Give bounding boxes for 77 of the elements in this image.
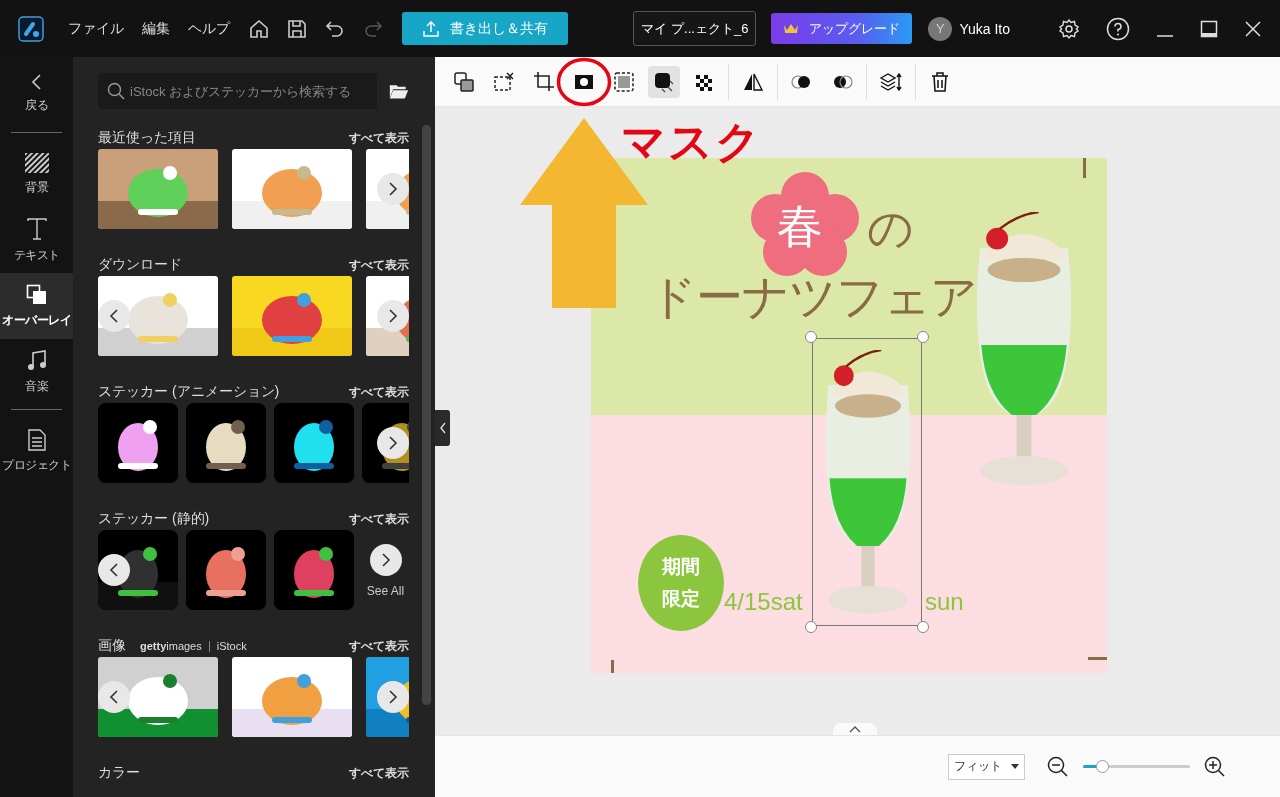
document-icon xyxy=(27,428,46,451)
section-title: ステッカー (アニメーション) xyxy=(98,383,280,401)
maximize-icon[interactable] xyxy=(1200,19,1218,38)
project-name-button[interactable]: マイ プ...ェクト_6 xyxy=(633,11,757,46)
search-field[interactable]: iStock およびステッカーから検索する xyxy=(98,73,377,109)
design-title-char: 春 xyxy=(777,199,823,254)
music-note-icon xyxy=(26,349,47,372)
chevron-right-icon xyxy=(388,181,398,197)
see-all-link[interactable]: すべて表示 xyxy=(349,256,409,274)
search-icon xyxy=(107,82,125,100)
provider-logo: gettyimages xyxy=(140,640,202,652)
chevron-left-icon xyxy=(109,562,119,578)
caret-icon xyxy=(1011,764,1019,769)
back-button[interactable]: 戻る xyxy=(0,73,73,128)
see-all-link[interactable]: すべて表示 xyxy=(349,510,409,528)
chevron-right-icon xyxy=(388,689,398,705)
menu-item[interactable]: ファイル xyxy=(68,19,124,38)
zoom-fit-dropdown[interactable]: フィット xyxy=(948,753,1025,780)
help-icon[interactable] xyxy=(1106,16,1130,41)
chevron-left-icon xyxy=(109,689,119,705)
save-icon[interactable] xyxy=(286,17,308,40)
chevron-right-icon xyxy=(388,435,398,451)
chevron-left-icon xyxy=(438,422,447,434)
slider-thumb[interactable] xyxy=(1096,760,1110,773)
overlay-icon xyxy=(25,283,48,306)
toolbar-button[interactable] xyxy=(648,65,680,98)
next-button[interactable] xyxy=(369,544,402,576)
chevron-left-icon xyxy=(29,73,44,91)
crop-icon xyxy=(532,70,556,93)
close-icon[interactable] xyxy=(1244,19,1262,38)
border-icon xyxy=(612,70,636,93)
nav-item[interactable]: テキスト xyxy=(0,207,73,273)
zoom-in-icon[interactable] xyxy=(1204,755,1226,778)
see-all-link[interactable]: すべて表示 xyxy=(349,764,409,782)
chevron-up-icon xyxy=(849,725,861,733)
design-title-particle: の xyxy=(867,201,914,256)
see-all-link[interactable]: すべて表示 xyxy=(349,637,409,655)
section-title: カラー xyxy=(98,764,140,782)
provider-logo: iStock xyxy=(216,640,247,652)
upload-icon xyxy=(422,19,440,38)
nav-item[interactable]: プロジェクト xyxy=(0,418,73,484)
nav-item[interactable]: オーバーレイ xyxy=(0,273,73,339)
badge-text: 期間 xyxy=(662,555,700,579)
nav-item[interactable]: 音楽 xyxy=(0,339,73,405)
hatch-icon xyxy=(24,152,49,173)
upgrade-button[interactable]: アップグレード xyxy=(771,13,913,44)
badge-text: 限定 xyxy=(662,587,700,611)
settings-icon[interactable] xyxy=(1058,17,1080,40)
chevron-right-icon xyxy=(388,308,398,324)
section-title: ステッカー (静的) xyxy=(98,510,210,528)
see-all-link[interactable]: すべて表示 xyxy=(349,129,409,147)
layers-icon xyxy=(879,70,903,93)
section-title: ダウンロード xyxy=(98,256,182,274)
scrollbar[interactable] xyxy=(422,125,431,705)
see-all-label[interactable]: See All xyxy=(366,584,405,598)
design-title: ドーナツフェア xyxy=(649,269,977,325)
date-text: 4/15sat xyxy=(724,588,803,616)
zoom-out-icon[interactable] xyxy=(1047,755,1069,778)
see-all-link[interactable]: すべて表示 xyxy=(349,383,409,401)
crown-icon xyxy=(783,22,800,35)
date-text: sun xyxy=(925,588,964,616)
menu-item[interactable]: 編集 xyxy=(142,19,170,38)
layers-swap-icon xyxy=(452,70,476,93)
collapse-panel-handle[interactable] xyxy=(435,410,450,446)
zoom-slider[interactable] xyxy=(1083,760,1190,773)
chevron-left-icon xyxy=(109,308,119,324)
home-icon[interactable] xyxy=(248,17,270,40)
app-logo-icon xyxy=(18,15,44,42)
chevron-right-icon xyxy=(380,552,391,568)
letter-t-icon xyxy=(25,216,48,241)
menu-item[interactable]: ヘルプ xyxy=(188,19,230,38)
section-title: 画像 xyxy=(98,637,126,655)
section-title: 最近使った項目 xyxy=(98,129,196,147)
nav-item[interactable]: 背景 xyxy=(0,141,73,207)
user-name: Yuka Ito xyxy=(959,20,1010,37)
scissors-icon xyxy=(492,70,516,93)
shadow-icon xyxy=(652,70,676,93)
